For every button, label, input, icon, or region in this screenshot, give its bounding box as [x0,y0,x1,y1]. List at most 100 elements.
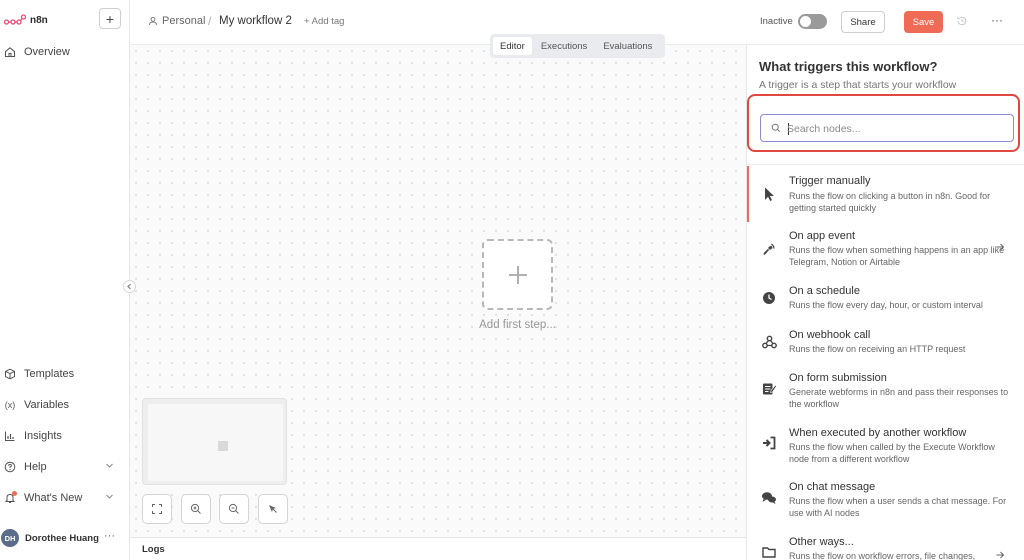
panel-title: What triggers this workflow? [759,59,938,74]
user-more-button[interactable]: ··· [104,530,115,542]
divider [747,164,1024,165]
trigger-title: On app event [789,230,856,242]
sidebar-item-label: Variables [24,399,70,411]
cursor-icon [761,186,777,202]
sidebar-item-label: Help [24,461,47,473]
zoom-in-icon [190,503,202,515]
sidebar-item-templates[interactable]: Templates [4,364,124,384]
plus-icon [507,264,529,286]
save-button[interactable]: Save [904,11,943,33]
trigger-description: Runs the flow on receiving an HTTP reque… [789,344,966,354]
zoom-out-icon [228,503,240,515]
arrow-right-icon [995,242,1005,252]
help-icon [4,461,16,473]
clock-icon [761,290,777,306]
trigger-title: When executed by another workflow [789,427,967,439]
history-button[interactable] [956,15,968,27]
logs-bar[interactable]: Logs [130,537,746,560]
view-tabs: Editor Executions Evaluations [490,34,665,58]
trigger-title: On a schedule [789,285,860,297]
workflow-canvas[interactable]: Add first step... [130,45,746,537]
trigger-option-schedule[interactable]: On a schedule Runs the flow every day, h… [747,277,1024,321]
user-name: Dorothee Huang [25,533,99,544]
sidebar-item-insights[interactable]: Insights [4,426,124,446]
user-icon [148,16,158,26]
trigger-title: Trigger manually [789,175,871,187]
trigger-description: Runs the flow on workflow errors, file c… [789,551,976,560]
tab-evaluations[interactable]: Evaluations [596,37,659,55]
search-highlight [747,94,1020,152]
chevron-down-icon [105,461,114,470]
brand-logo[interactable]: n8n [4,10,48,30]
active-toggle[interactable] [798,14,827,29]
trigger-description: Runs the flow when called by the Execute… [789,442,995,464]
sidebar-item-whats-new[interactable]: What's New [4,488,124,508]
trigger-description: Runs the flow every day, hour, or custom… [789,300,983,310]
add-tag-button[interactable]: + Add tag [304,16,344,27]
minimap[interactable] [142,398,287,485]
fit-view-button[interactable] [142,494,172,524]
search-icon [771,123,781,133]
brand-name: n8n [30,14,48,26]
trigger-description: Generate webforms in n8n and pass their … [789,387,1009,409]
sidebar-item-help[interactable]: Help [4,457,124,477]
toggle-knob [800,16,811,27]
search-input[interactable] [787,120,1007,137]
sidebar-item-variables[interactable]: (x) Variables [4,395,124,415]
variables-icon: (x) [4,400,16,410]
breadcrumb-separator: / [208,14,212,28]
trigger-description: Runs the flow when something happens in … [789,245,1005,267]
user-menu[interactable]: DH Dorothee Huang ··· [0,528,130,550]
sidebar-collapse-button[interactable] [123,280,136,293]
trigger-option-sub-workflow[interactable]: When executed by another workflow Runs t… [747,419,1024,473]
panel-subtitle: A trigger is a step that starts your wor… [759,79,957,91]
add-first-step-button[interactable] [482,239,553,310]
chevron-left-icon [126,283,133,290]
search-field[interactable] [760,114,1014,142]
tab-executions[interactable]: Executions [534,37,594,55]
fit-view-icon [151,503,163,515]
n8n-logo-icon [4,14,26,26]
sidebar-item-overview[interactable]: Overview [4,42,124,62]
box-icon [4,368,16,380]
project-name: Personal [162,15,206,27]
sidebar-item-label: Overview [24,46,70,58]
arrow-right-icon [995,550,1005,560]
app-event-icon [761,241,777,257]
breadcrumb-project[interactable]: Personal [148,15,205,27]
cursor-magic-icon [267,503,279,515]
sign-in-icon [761,435,777,451]
minimap-node [218,441,228,451]
avatar: DH [1,529,19,547]
trigger-option-manual[interactable]: Trigger manually Runs the flow on clicki… [747,166,1024,222]
tidy-up-button[interactable] [258,494,288,524]
bell-icon [4,491,17,504]
folder-icon [761,544,777,560]
sidebar: n8n + Overview Templates (x) Variables I… [0,0,130,560]
trigger-title: On chat message [789,481,876,493]
trigger-option-webhook[interactable]: On webhook call Runs the flow on receivi… [747,321,1024,364]
trigger-title: On form submission [789,372,887,384]
history-icon [956,15,968,27]
sidebar-item-label: What's New [24,492,83,504]
zoom-out-button[interactable] [219,494,249,524]
tab-editor[interactable]: Editor [493,37,532,55]
webhook-icon [761,334,777,350]
chevron-down-icon [105,492,114,501]
sidebar-item-label: Templates [24,368,75,380]
more-options-button[interactable]: ··· [991,13,1003,27]
trigger-option-chat[interactable]: On chat message Runs the flow when a use… [747,473,1024,528]
new-button[interactable]: + [99,8,121,29]
home-icon [4,46,16,58]
zoom-in-button[interactable] [181,494,211,524]
form-icon [761,381,777,397]
trigger-option-form[interactable]: On form submission Generate webforms in … [747,364,1024,419]
trigger-title: Other ways... [789,536,854,548]
sidebar-item-label: Insights [24,430,62,442]
minimap-viewport [148,404,283,481]
trigger-panel: What triggers this workflow? A trigger i… [746,45,1024,560]
share-button[interactable]: Share [841,11,885,33]
workflow-name[interactable]: My workflow 2 [219,15,292,27]
trigger-option-app-event[interactable]: On app event Runs the flow when somethin… [747,222,1024,277]
trigger-option-other[interactable]: Other ways... Runs the flow on workflow … [747,528,1024,560]
